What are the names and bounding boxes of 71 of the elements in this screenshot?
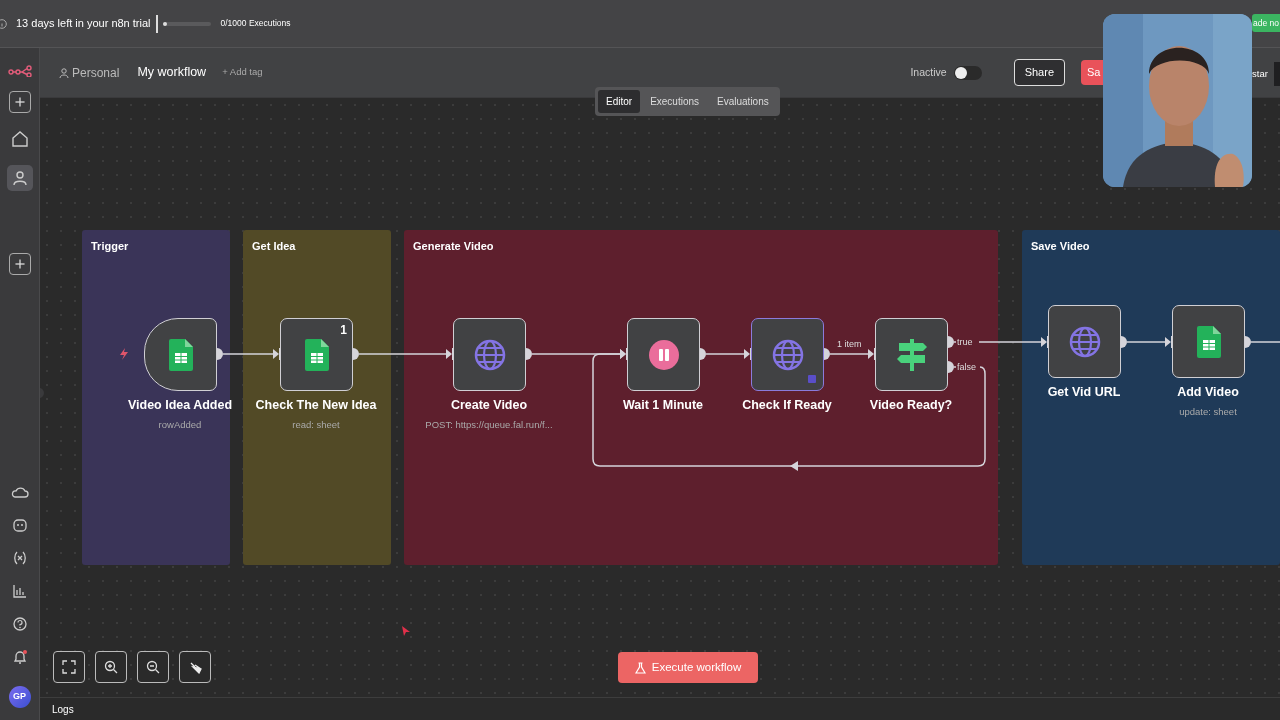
info-icon	[0, 18, 7, 29]
workflow-node[interactable]	[453, 318, 526, 391]
status-label: Inactive	[910, 64, 947, 80]
sheet-icon	[304, 338, 329, 371]
workflow-node[interactable]: 1	[280, 318, 353, 391]
cursor-icon	[402, 626, 410, 636]
group-title: Save Video	[1031, 239, 1090, 254]
add-tag-link[interactable]: + Add tag	[222, 65, 263, 80]
group-title: Get Idea	[252, 239, 296, 254]
zoom-in-icon	[104, 660, 118, 674]
add-button[interactable]	[8, 253, 31, 275]
node-subtitle: rowAdded	[158, 417, 202, 432]
workflow-node[interactable]	[1172, 305, 1245, 378]
lightning-icon	[119, 348, 129, 360]
node-title: Video Ready?	[869, 397, 953, 414]
flask-icon	[634, 661, 646, 674]
workflow-node[interactable]	[751, 318, 824, 391]
add-button[interactable]	[8, 91, 31, 113]
executions-count: 0/1000 Executions	[220, 17, 291, 30]
zoom-out-button[interactable]	[137, 651, 169, 683]
workflow-node[interactable]	[627, 318, 700, 391]
zoom-in-button[interactable]	[95, 651, 127, 683]
fit-view-icon	[62, 660, 76, 674]
tidy-up-button[interactable]	[179, 651, 211, 683]
node-subtitle: read: sheet	[292, 417, 340, 432]
node-title: Wait 1 Minute	[622, 397, 704, 414]
sidebar-item[interactable]	[6, 165, 33, 191]
group-title: Generate Video	[413, 239, 494, 254]
view-tab[interactable]: Executions	[642, 90, 708, 113]
node-title: Check If Ready	[742, 397, 832, 414]
view-tab[interactable]: Editor	[598, 90, 641, 113]
status-icon	[808, 375, 816, 383]
globe-icon	[1068, 325, 1101, 358]
user-avatar[interactable]: GP	[8, 686, 31, 708]
zoom-out-icon	[146, 660, 160, 674]
globe-icon	[771, 338, 804, 371]
logo-icon[interactable]	[7, 65, 32, 77]
star-button[interactable]: star	[1252, 67, 1268, 82]
sheet-icon	[1196, 325, 1221, 358]
connection-label: false	[957, 362, 976, 372]
active-toggle[interactable]	[953, 65, 982, 80]
workflow-node[interactable]	[1048, 305, 1121, 378]
usage-progress	[162, 21, 211, 26]
fit-view-button[interactable]	[53, 651, 85, 683]
node-title: Create Video	[450, 397, 528, 414]
workflow-node[interactable]	[875, 318, 948, 391]
connection-label: true	[957, 337, 973, 347]
node-title: Add Video	[1177, 384, 1239, 401]
trial-notice: 13 days left in your n8n trial	[16, 16, 151, 32]
user-icon	[59, 67, 69, 78]
view-tab[interactable]: Evaluations	[709, 90, 777, 113]
workflow-title[interactable]: My workflow	[137, 63, 207, 82]
save-button[interactable]: Sa	[1081, 60, 1103, 85]
workflow-node[interactable]	[144, 318, 217, 391]
pause-icon	[648, 339, 679, 370]
logs-panel-title[interactable]: Logs	[52, 701, 74, 717]
broom-icon	[188, 660, 202, 674]
node-title: Check The New Idea	[255, 397, 377, 414]
share-button[interactable]: Share	[1013, 59, 1065, 86]
group-title: Trigger	[91, 239, 129, 254]
execute-workflow-button[interactable]: Execute workflow	[618, 652, 758, 683]
sheet-icon	[168, 338, 193, 371]
signpost-icon	[895, 338, 928, 371]
node-title: Video Idea Added	[127, 397, 233, 414]
globe-icon	[473, 338, 506, 371]
connection-label: 1 item	[837, 339, 862, 349]
node-subtitle: POST: https://queue.fal.run/f...	[425, 417, 553, 432]
node-title: Get Vid URL	[1047, 384, 1121, 401]
project-link[interactable]: Personal	[72, 63, 120, 82]
run-count: 1	[340, 322, 347, 339]
node-subtitle: update: sheet	[1179, 404, 1237, 419]
